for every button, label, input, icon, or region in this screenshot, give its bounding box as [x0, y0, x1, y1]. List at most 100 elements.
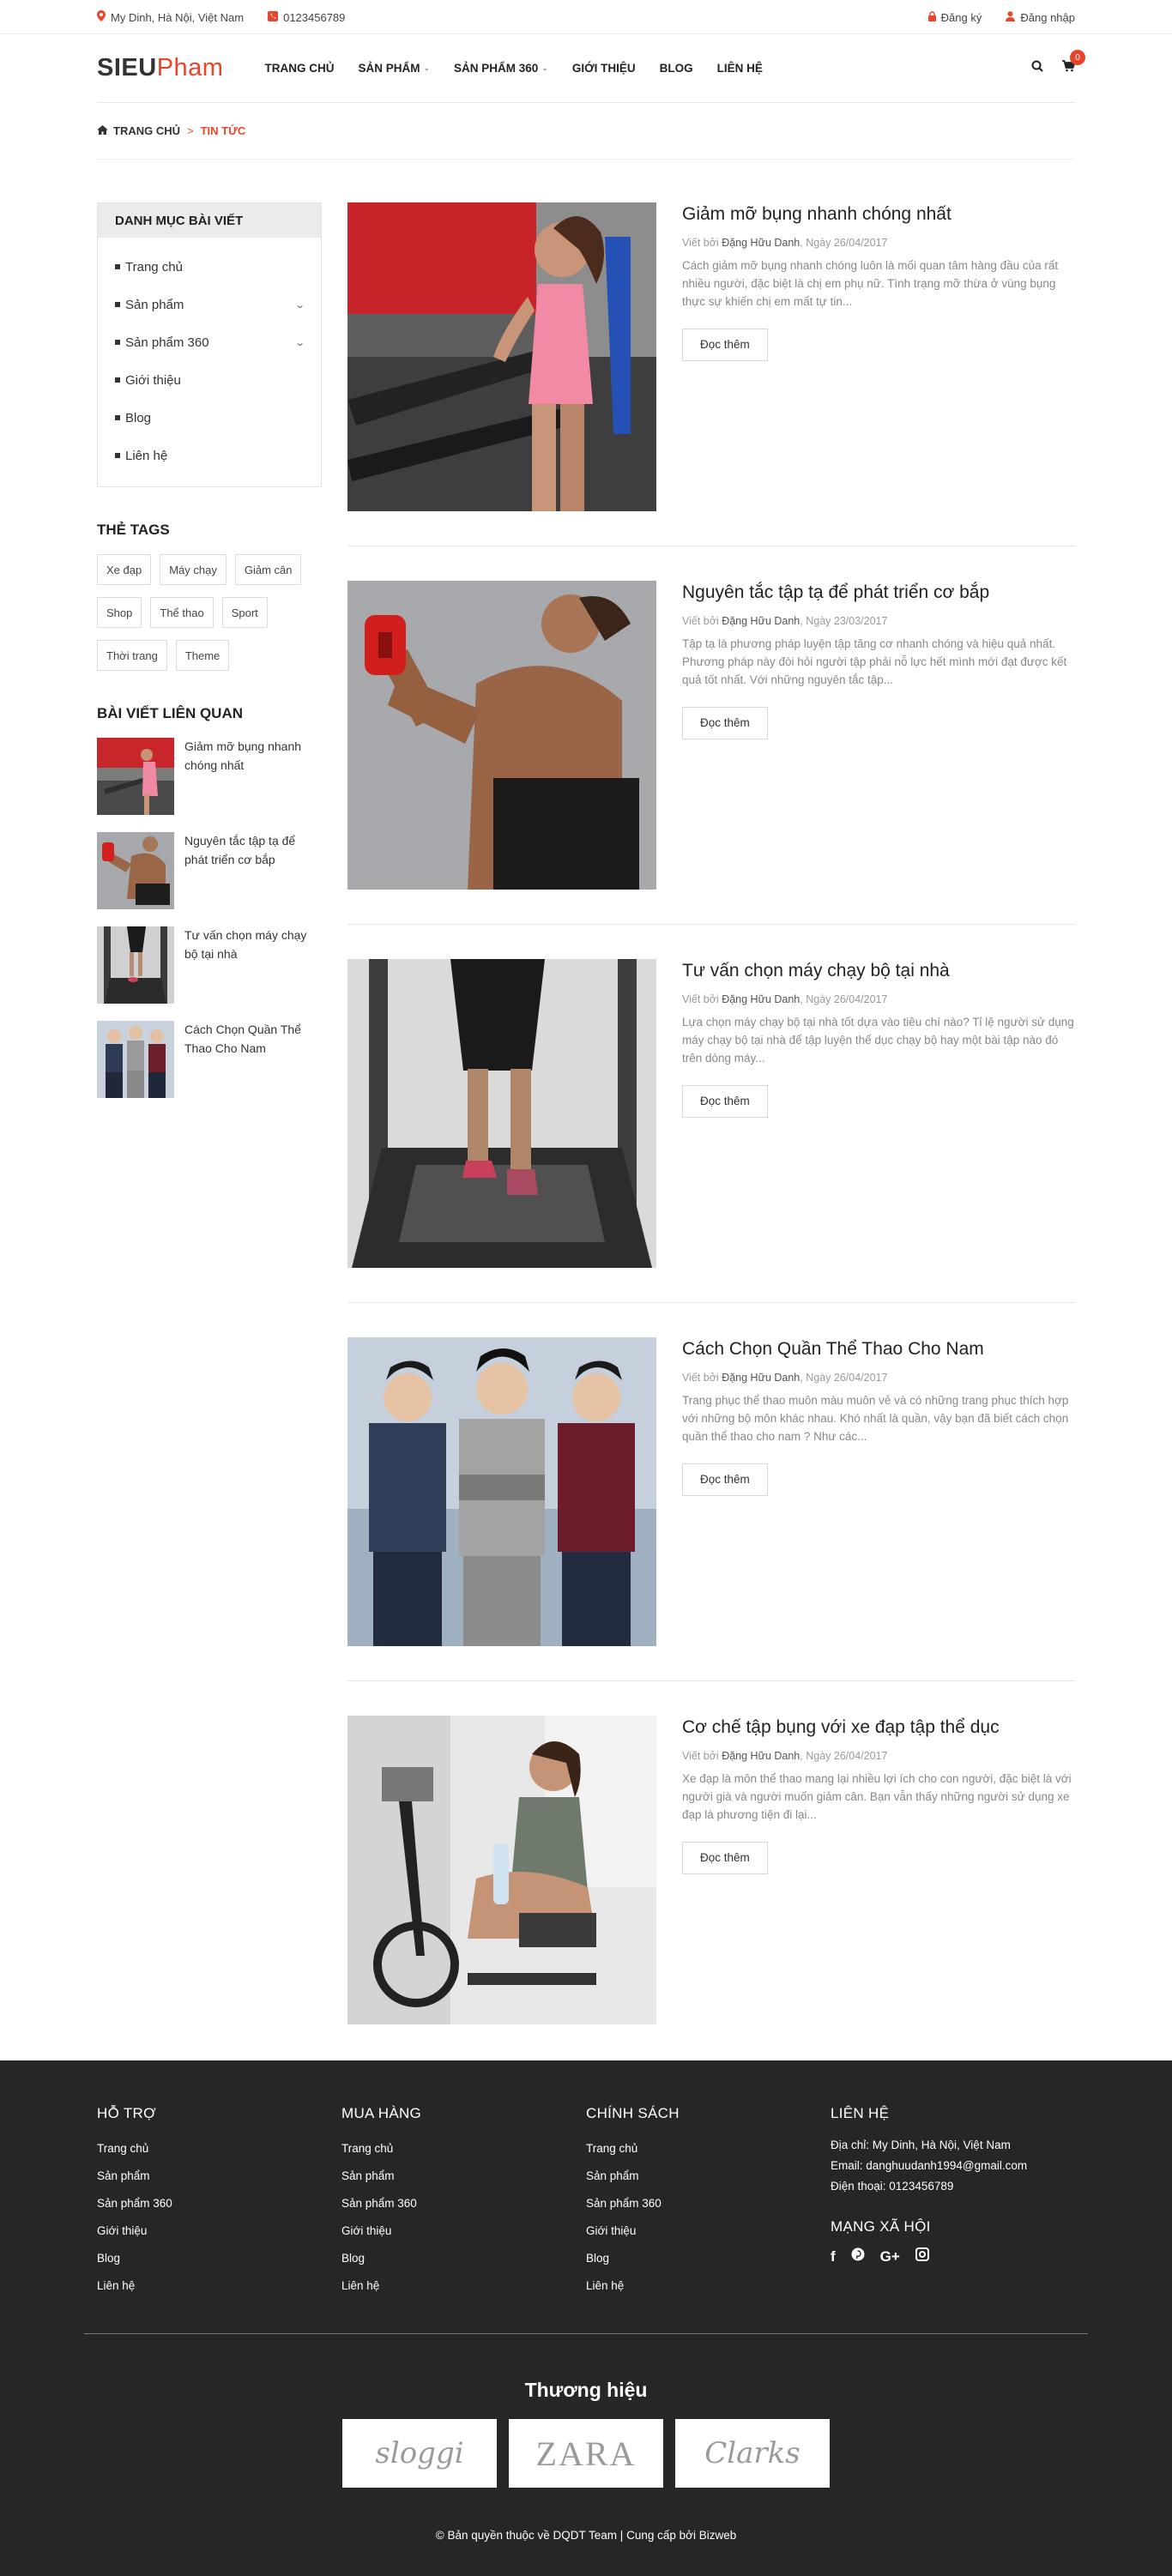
footer-link[interactable]: Trang chủ	[586, 2134, 831, 2162]
register-label: Đăng ký	[940, 10, 982, 24]
nav-label: GIỚI THIỆU	[571, 62, 636, 75]
logo-part2: Pham	[156, 54, 224, 81]
nav-about[interactable]: GIỚI THIỆU	[572, 62, 636, 75]
nav-products-360[interactable]: SẢN PHẨM 360 ⌄	[454, 62, 548, 75]
nav-contact[interactable]: LIÊN HỆ	[717, 62, 763, 75]
footer-purchase-column: MUA HÀNG Trang chủ Sản phẩm Sản phẩm 360…	[341, 2105, 586, 2299]
post-excerpt: Lựa chọn máy chạy bộ tại nhà tốt dựa vào…	[682, 1016, 1074, 1065]
nav-products[interactable]: SẢN PHẨM ⌄	[358, 62, 430, 75]
footer-link[interactable]: Giới thiệu	[341, 2217, 586, 2244]
nav-label: SẢN PHẨM	[358, 62, 420, 75]
tag[interactable]: Thể thao	[150, 597, 214, 628]
category-label: Giới thiệu	[125, 372, 181, 388]
login-link[interactable]: Đăng nhập	[1006, 11, 1075, 24]
google-plus-icon[interactable]: G+	[880, 2248, 900, 2265]
read-more-button[interactable]: Đọc thêm	[682, 328, 768, 361]
post-title[interactable]: Tư vấn chọn máy chạy bộ tại nhà	[682, 961, 1075, 981]
category-box: DANH MỤC BÀI VIẾT Trang chủ Sản phẩm ⌄ Sả…	[97, 202, 322, 487]
pinterest-icon[interactable]	[851, 2247, 865, 2265]
tag[interactable]: Theme	[175, 640, 230, 671]
nav-label: SẢN PHẨM 360	[454, 62, 539, 75]
category-item-blog[interactable]: Blog	[98, 399, 321, 437]
footer-link[interactable]: Sản phẩm	[341, 2162, 586, 2189]
facebook-icon[interactable]: f	[831, 2248, 836, 2265]
footer-link[interactable]: Trang chủ	[341, 2134, 586, 2162]
tag[interactable]: Sport	[221, 597, 268, 628]
breadcrumb-home[interactable]: TRANG CHỦ	[97, 124, 180, 137]
chevron-down-icon[interactable]: ⌄	[294, 299, 305, 311]
read-more-button[interactable]: Đọc thêm	[682, 706, 768, 739]
related-post-thumbnail[interactable]	[97, 926, 174, 1004]
chevron-down-icon[interactable]: ⌄	[294, 337, 305, 348]
footer-link[interactable]: Blog	[97, 2244, 341, 2271]
read-more-button[interactable]: Đọc thêm	[682, 1463, 768, 1496]
site-logo[interactable]: SIEUPham	[97, 54, 223, 82]
post-image[interactable]	[347, 1337, 656, 1646]
tag[interactable]: Giảm cân	[234, 554, 302, 585]
footer-link[interactable]: Sản phẩm 360	[97, 2189, 341, 2217]
post-author[interactable]: Đặng Hữu Danh	[722, 1750, 800, 1762]
category-item-contact[interactable]: Liên hệ	[98, 437, 321, 474]
category-item-home[interactable]: Trang chủ	[98, 248, 321, 286]
footer-contact-column: LIÊN HỆ Địa chỉ: My Dinh, Hà Nội, Việt N…	[831, 2105, 1075, 2299]
cart-icon[interactable]: 0	[1062, 50, 1085, 76]
related-posts-title: BÀI VIẾT LIÊN QUAN	[97, 705, 244, 721]
footer-purchase-title: MUA HÀNG	[341, 2105, 422, 2121]
post-image[interactable]	[347, 1716, 656, 2024]
post-author[interactable]: Đặng Hữu Danh	[722, 1372, 800, 1384]
read-more-button[interactable]: Đọc thêm	[682, 1841, 768, 1874]
tag[interactable]: Shop	[97, 597, 142, 628]
footer-link[interactable]: Sản phẩm 360	[586, 2189, 831, 2217]
breadcrumb-separator: >	[187, 124, 194, 137]
post-author[interactable]: Đặng Hữu Danh	[722, 615, 800, 627]
brand-logo-sloggi[interactable]: sloggi	[342, 2419, 497, 2488]
post-date: , Ngày 26/04/2017	[800, 1750, 888, 1762]
footer-link[interactable]: Giới thiệu	[97, 2217, 341, 2244]
related-post[interactable]: Giảm mỡ bụng nhanh chóng nhất	[97, 738, 322, 815]
related-post[interactable]: Cách Chọn Quần Thể Thao Cho Nam	[97, 1021, 322, 1098]
footer-link[interactable]: Liên hệ	[586, 2271, 831, 2299]
category-item-products[interactable]: Sản phẩm ⌄	[98, 286, 321, 323]
related-post-thumbnail[interactable]	[97, 832, 174, 909]
footer-link[interactable]: Giới thiệu	[586, 2217, 831, 2244]
post-author[interactable]: Đặng Hữu Danh	[722, 993, 800, 1005]
register-link[interactable]: Đăng ký	[927, 10, 982, 24]
post-by-label: Viết bởi	[682, 1372, 719, 1384]
post-author[interactable]: Đặng Hữu Danh	[722, 237, 800, 249]
footer-link[interactable]: Sản phẩm	[586, 2162, 831, 2189]
post-excerpt: Xe đạp là môn thể thao mang lại nhiều lợ…	[682, 1772, 1072, 1821]
search-icon[interactable]	[1031, 60, 1043, 76]
tag[interactable]: Thời trang	[97, 640, 167, 671]
site-footer: HỖ TRỢ Trang chủ Sản phẩm Sản phẩm 360 G…	[0, 2060, 1172, 2576]
post-image[interactable]	[347, 202, 656, 511]
nav-home[interactable]: TRANG CHỦ	[264, 62, 334, 75]
tag[interactable]: Máy chạy	[160, 554, 227, 585]
nav-blog[interactable]: BLOG	[660, 62, 693, 75]
footer-link[interactable]: Liên hệ	[97, 2271, 341, 2299]
related-post-thumbnail[interactable]	[97, 1021, 174, 1098]
post-title[interactable]: Nguyên tắc tập tạ để phát triển cơ bắp	[682, 582, 1075, 603]
post-title[interactable]: Giảm mỡ bụng nhanh chóng nhất	[682, 204, 1075, 225]
category-item-about[interactable]: Giới thiệu	[98, 361, 321, 399]
footer-link[interactable]: Blog	[586, 2244, 831, 2271]
footer-link[interactable]: Liên hệ	[341, 2271, 586, 2299]
brand-logo-zara[interactable]: ZARA	[509, 2419, 663, 2488]
post-image[interactable]	[347, 959, 656, 1268]
related-post-thumbnail[interactable]	[97, 738, 174, 815]
category-item-products-360[interactable]: Sản phẩm 360 ⌄	[98, 323, 321, 361]
footer-link[interactable]: Sản phẩm	[97, 2162, 341, 2189]
brand-logo-clarks[interactable]: Clarks	[675, 2419, 830, 2488]
footer-link[interactable]: Trang chủ	[97, 2134, 341, 2162]
read-more-button[interactable]: Đọc thêm	[682, 1084, 768, 1118]
footer-link[interactable]: Sản phẩm 360	[341, 2189, 586, 2217]
bullet-icon	[115, 264, 120, 269]
post-title[interactable]: Cách Chọn Quần Thể Thao Cho Nam	[682, 1339, 1075, 1360]
instagram-icon[interactable]	[915, 2247, 929, 2265]
post-title[interactable]: Cơ chế tập bụng với xe đạp tập thể dục	[682, 1717, 1075, 1738]
tag[interactable]: Xe đạp	[97, 554, 152, 585]
related-post[interactable]: Tư vấn chọn máy chạy bộ tại nhà	[97, 926, 322, 1004]
footer-link[interactable]: Blog	[341, 2244, 586, 2271]
post-image[interactable]	[347, 581, 656, 890]
nav-label: TRANG CHỦ	[264, 62, 335, 75]
related-post[interactable]: Nguyên tắc tập tạ để phát triển cơ bắp	[97, 832, 322, 909]
